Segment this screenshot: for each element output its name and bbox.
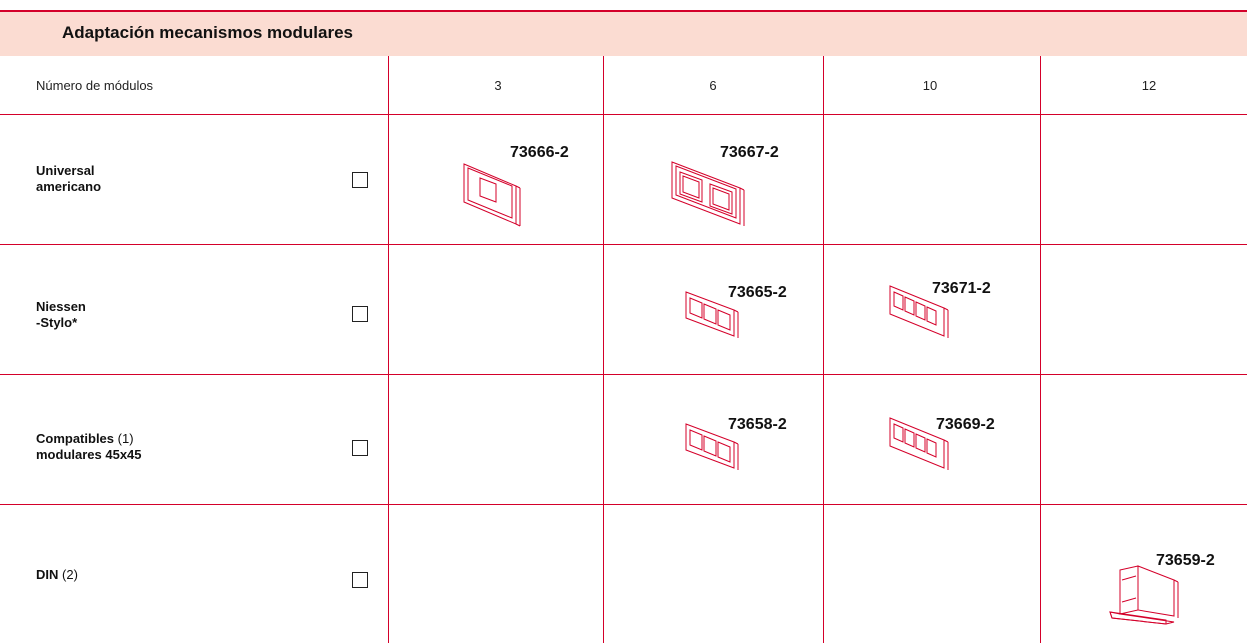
row-label-line: modulares 45x45 bbox=[36, 447, 142, 462]
row-divider bbox=[0, 504, 1247, 505]
row-label-compatibles: Compatibles (1) modulares 45x45 bbox=[36, 431, 142, 463]
row-label-line: Niessen bbox=[36, 299, 86, 314]
table-title-bar: Adaptación mecanismos modulares bbox=[0, 10, 1247, 56]
column-divider bbox=[823, 56, 824, 643]
row-label-note: (2) bbox=[62, 567, 78, 582]
row-label-line: -Stylo* bbox=[36, 315, 78, 330]
select-checkbox-compatibles[interactable] bbox=[352, 440, 368, 456]
plate-5-module-icon bbox=[889, 417, 949, 470]
row-label-line: americano bbox=[36, 179, 102, 194]
plate-1-window-icon bbox=[463, 163, 521, 227]
plate-3-module-icon bbox=[685, 423, 739, 470]
row-divider bbox=[0, 244, 1247, 245]
row-label-line: DIN (2) bbox=[36, 567, 78, 583]
column-header-10: 10 bbox=[922, 78, 938, 93]
column-divider bbox=[1040, 56, 1041, 643]
row-label-line: Compatibles (1) bbox=[36, 431, 142, 447]
din-rail-adapter-icon bbox=[1109, 565, 1179, 625]
column-header-3: 3 bbox=[494, 78, 502, 93]
row-divider bbox=[0, 374, 1247, 375]
select-checkbox-universal-americano[interactable] bbox=[352, 172, 368, 188]
row-label-din: DIN (2) bbox=[36, 567, 78, 583]
column-divider bbox=[388, 56, 389, 643]
plate-2-window-icon bbox=[671, 161, 745, 226]
row-divider bbox=[0, 114, 1247, 115]
table-title: Adaptación mecanismos modulares bbox=[62, 23, 353, 42]
column-header-12: 12 bbox=[1141, 78, 1157, 93]
modules-header-label: Número de módulos bbox=[36, 78, 154, 93]
row-label-note: (1) bbox=[117, 431, 134, 446]
row-label-niessen-stylo: Niessen -Stylo* bbox=[36, 299, 86, 331]
row-label-bold: Compatibles bbox=[36, 431, 115, 446]
row-label-universal-americano: Universal americano bbox=[36, 163, 101, 195]
column-header-6: 6 bbox=[709, 78, 717, 93]
row-label-line: Universal bbox=[36, 163, 95, 178]
plate-5-module-icon bbox=[889, 285, 949, 338]
select-checkbox-din[interactable] bbox=[352, 572, 368, 588]
plate-3-module-icon bbox=[685, 291, 739, 338]
select-checkbox-niessen-stylo[interactable] bbox=[352, 306, 368, 322]
product-table: Adaptación mecanismos modulares Número d… bbox=[0, 0, 1247, 643]
row-label-bold: DIN bbox=[36, 567, 59, 582]
column-divider bbox=[603, 56, 604, 643]
